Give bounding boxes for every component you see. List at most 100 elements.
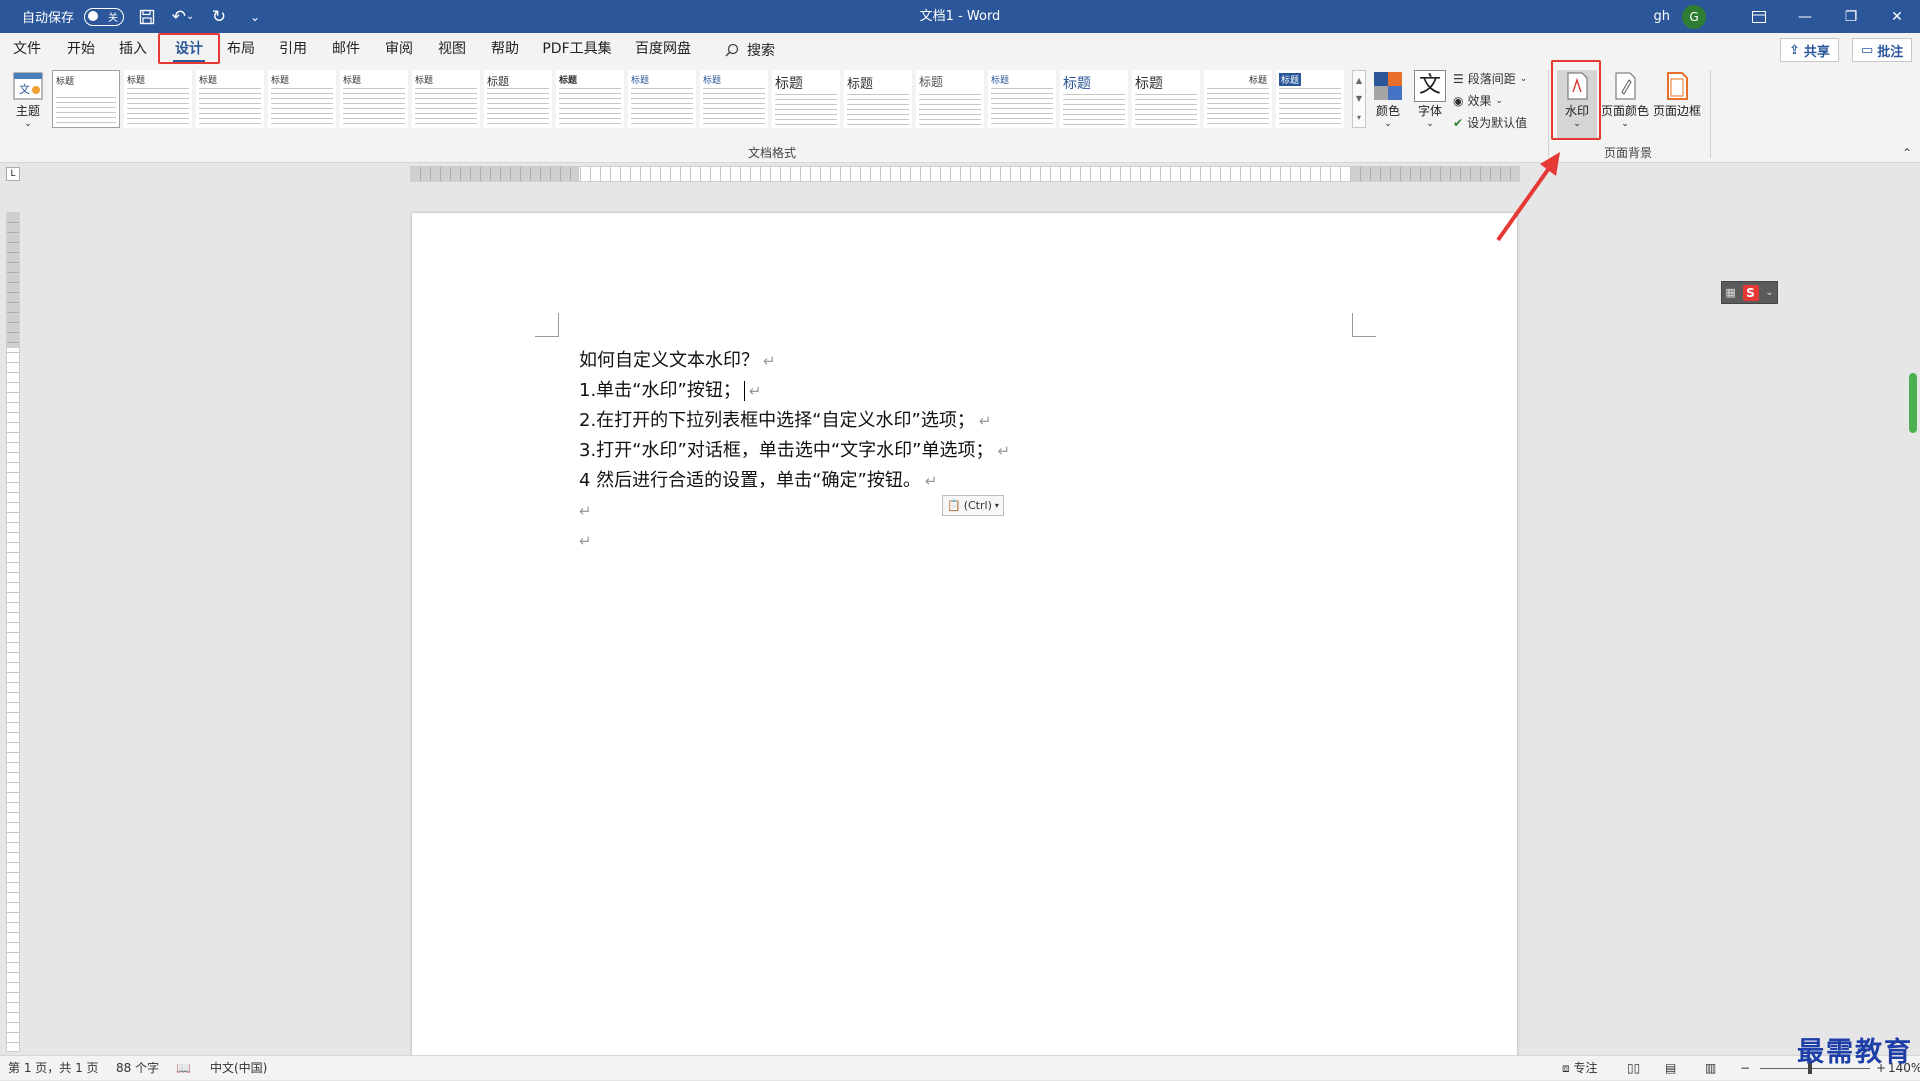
vertical-scrollbar-thumb[interactable] <box>1909 373 1917 433</box>
avatar[interactable]: G <box>1682 4 1706 29</box>
paste-options-button[interactable]: 📋 (Ctrl) ▾ <box>942 495 1004 516</box>
effects-button[interactable]: ◉ 效果 ⌄ <box>1453 92 1503 109</box>
document-body[interactable]: 如何自定义文本水印？ ↵ 1.单击“水印”按钮； ↵ 2.在打开的下拉列表框中选择“… <box>579 346 1379 556</box>
print-layout-icon[interactable]: ▤ <box>1665 1056 1676 1081</box>
effects-icon: ◉ <box>1453 93 1464 108</box>
style-set-thumb[interactable]: 标题 <box>556 70 624 128</box>
tab-pdf-tools[interactable]: PDF工具集 <box>540 33 614 66</box>
style-set-thumb[interactable]: 标题 <box>988 70 1056 128</box>
page-count[interactable]: 第 1 页，共 1 页 <box>8 1056 99 1081</box>
gallery-more-icon[interactable]: ▾ <box>1357 113 1361 122</box>
comments-button[interactable]: ▭ 批注 <box>1852 38 1913 62</box>
paragraph-mark-icon: ↵ <box>978 412 992 430</box>
proofing-icon[interactable]: 📖 <box>176 1056 191 1081</box>
style-set-thumb[interactable]: 标题 <box>412 70 480 128</box>
autosave-toggle[interactable]: 关 <box>84 7 125 26</box>
restore-icon[interactable]: ❐ <box>1828 0 1874 33</box>
word-count[interactable]: 88 个字 <box>116 1056 159 1081</box>
document-page[interactable]: 如何自定义文本水印？ ↵ 1.单击“水印”按钮； ↵ 2.在打开的下拉列表框中选择“… <box>412 213 1517 1058</box>
vertical-ruler[interactable] <box>6 212 20 1052</box>
set-as-default-button[interactable]: ✔ 设为默认值 <box>1453 114 1527 131</box>
close-icon[interactable]: ✕ <box>1874 0 1920 33</box>
paragraph-spacing-button[interactable]: ☰ 段落间距 ⌄ <box>1453 70 1527 87</box>
read-mode-icon[interactable]: ▯▯ <box>1627 1056 1640 1081</box>
doc-paragraph[interactable]: ↵ <box>579 526 1379 556</box>
save-icon[interactable] <box>134 4 160 30</box>
redo-icon[interactable]: ↻ <box>206 4 232 30</box>
page-borders-button[interactable]: 页面边框 <box>1652 70 1702 119</box>
theme-button[interactable]: 文 主题 ⌄ <box>10 70 46 129</box>
doc-paragraph[interactable]: 4 然后进行合适的设置，单击“确定”按钮。 ↵ <box>579 466 1379 496</box>
style-set-thumb[interactable]: 标题 <box>484 70 552 128</box>
site-watermark: 最需教育 <box>1797 1037 1913 1068</box>
paste-options-label: (Ctrl) <box>963 499 992 512</box>
margin-corner-mark <box>1352 313 1376 337</box>
style-set-thumb[interactable]: 标题 <box>772 70 840 128</box>
page-color-icon <box>1615 72 1636 100</box>
style-set-thumb[interactable]: 标题 <box>340 70 408 128</box>
ribbon-display-options-icon[interactable] <box>1736 0 1782 33</box>
search-label: 搜索 <box>747 42 775 59</box>
tab-review[interactable]: 审阅 <box>378 33 420 66</box>
group-label-doc-format: 文档格式 <box>748 146 797 160</box>
tab-view[interactable]: 视图 <box>431 33 473 66</box>
language-indicator[interactable]: 中文(中国) <box>210 1056 267 1081</box>
fonts-button[interactable]: 文 字体 ⌄ <box>1412 70 1448 129</box>
undo-icon[interactable]: ↶ ⌄ <box>170 4 196 30</box>
style-set-thumb[interactable]: 标题 <box>1204 70 1272 128</box>
comment-icon: ▭ <box>1861 42 1874 58</box>
style-set-thumb[interactable]: 标题 <box>1132 70 1200 128</box>
style-set-thumb[interactable]: 标题 <box>628 70 696 128</box>
set-as-default-label: 设为默认值 <box>1467 116 1528 130</box>
style-set-thumb[interactable]: 标题 <box>124 70 192 128</box>
watermark-button[interactable]: 水印 ⌄ <box>1557 70 1597 140</box>
watermark-label: 水印 <box>1564 104 1589 118</box>
zoom-out-icon[interactable]: − <box>1740 1056 1750 1081</box>
customize-toolbar-icon[interactable]: ⌄ <box>242 4 268 30</box>
tab-mailings[interactable]: 邮件 <box>325 33 367 66</box>
gallery-scroll[interactable]: ▲ ▼ ▾ <box>1352 70 1366 128</box>
doc-paragraph[interactable]: 1.单击“水印”按钮； ↵ <box>579 376 1379 406</box>
minimize-icon[interactable]: — <box>1782 0 1828 33</box>
tab-design[interactable]: 设计 <box>163 33 215 66</box>
style-set-thumb[interactable]: 标题 <box>196 70 264 128</box>
gallery-down-icon[interactable]: ▼ <box>1356 94 1362 103</box>
tab-baidu-netdisk[interactable]: 百度网盘 <box>630 33 696 66</box>
clipboard-icon: 📋 <box>947 499 961 512</box>
web-layout-icon[interactable]: ▥ <box>1705 1056 1716 1081</box>
doc-paragraph[interactable]: 2.在打开的下拉列表框中选择“自定义水印”选项； ↵ <box>579 406 1379 436</box>
tab-insert[interactable]: 插入 <box>112 33 154 66</box>
style-set-thumb[interactable]: 标题 <box>1060 70 1128 128</box>
tab-selector[interactable]: L <box>6 167 20 181</box>
tab-layout[interactable]: 布局 <box>220 33 262 66</box>
autosave-state: 关 <box>108 13 119 24</box>
style-set-thumb[interactable]: 标题 <box>52 70 120 128</box>
page-color-button[interactable]: 页面颜色 ⌄ <box>1600 70 1650 129</box>
ime-menu-icon[interactable]: ⌄ <box>1765 287 1773 298</box>
doc-paragraph[interactable]: 3.打开“水印”对话框，单击选中“文字水印”单选项； ↵ <box>579 436 1379 466</box>
style-set-thumb[interactable]: 标题 <box>700 70 768 128</box>
tab-file[interactable]: 文件 <box>8 33 46 66</box>
keyboard-icon[interactable]: ▦ <box>1725 286 1735 299</box>
colors-button[interactable]: 颜色 ⌄ <box>1370 70 1406 129</box>
tab-help[interactable]: 帮助 <box>484 33 526 66</box>
style-set-thumb[interactable]: 标题 <box>916 70 984 128</box>
focus-mode-button[interactable]: ⧈ 专注 <box>1562 1056 1597 1081</box>
watermark-icon <box>1567 72 1588 100</box>
sogou-ime-icon[interactable]: S <box>1742 284 1759 301</box>
share-button[interactable]: ⇪ 共享 <box>1780 38 1839 62</box>
ime-toolbar[interactable]: ▦ S ⌄ <box>1721 281 1778 304</box>
search-box[interactable]: 搜索 <box>725 33 775 66</box>
style-set-thumb[interactable]: 标题 <box>268 70 336 128</box>
doc-paragraph[interactable]: 如何自定义文本水印？ ↵ <box>579 346 1379 376</box>
horizontal-ruler[interactable] <box>410 166 1520 182</box>
tab-references[interactable]: 引用 <box>272 33 314 66</box>
gallery-up-icon[interactable]: ▲ <box>1356 76 1362 85</box>
style-set-thumb[interactable]: 标题 <box>844 70 912 128</box>
user-name[interactable]: gh <box>1654 9 1671 24</box>
paragraph-mark-icon: ↵ <box>997 442 1011 460</box>
style-set-thumb[interactable]: 标题 <box>1276 70 1344 128</box>
collapse-ribbon-icon[interactable]: ⌃ <box>1902 146 1912 160</box>
tab-home[interactable]: 开始 <box>60 33 102 66</box>
page-borders-label: 页面边框 <box>1652 104 1701 118</box>
